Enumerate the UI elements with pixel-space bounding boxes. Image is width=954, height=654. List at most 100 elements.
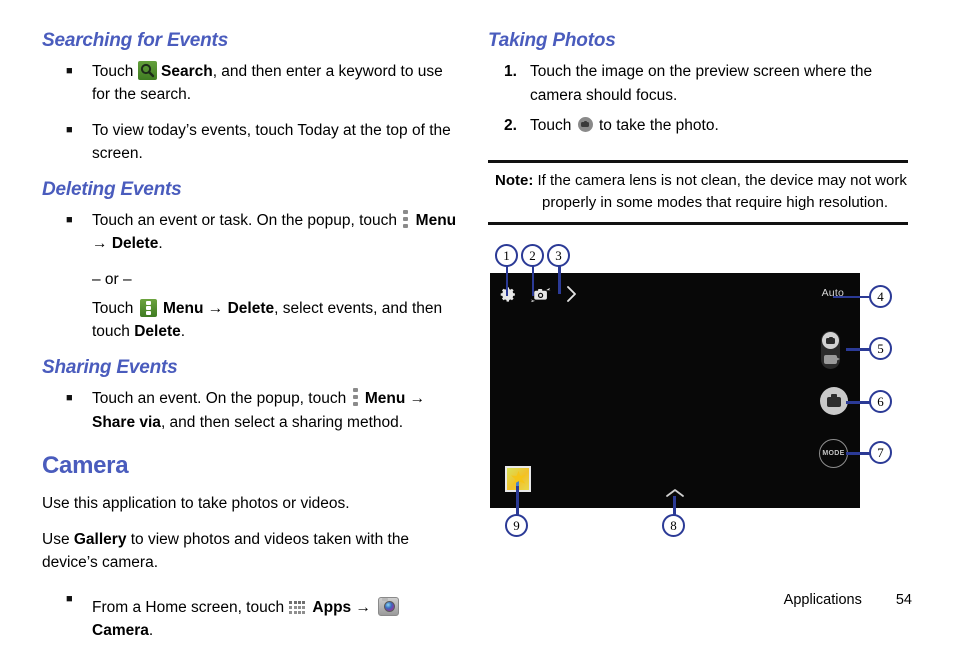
list-item-text: Touch an event. On the popup, touch Menu… [92, 387, 462, 434]
camera-video-toggle[interactable] [821, 331, 840, 369]
bold-delete-label-2: Delete [134, 323, 181, 340]
shutter-button[interactable] [820, 387, 848, 415]
leader-line-2 [531, 266, 535, 296]
list-item: ■ From a Home screen, touch Apps → Camer… [42, 588, 462, 643]
bold-menu-label: Menu [162, 299, 204, 317]
camera-ui-diagram: Auto MODE 1 2 3 4 5 6 7 8 9 [488, 238, 908, 538]
menu-green-icon [139, 298, 157, 317]
leader-line-3 [558, 266, 561, 294]
list-item-text: To view today’s events, touch Today at t… [92, 121, 451, 162]
heading-sharing-events: Sharing Events [42, 357, 178, 379]
callout-5: 5 [869, 337, 892, 360]
text-fragment: Touch [530, 117, 576, 135]
camera-preview-screen: Auto MODE [490, 273, 860, 508]
leader-line-1 [505, 266, 509, 296]
callout-9: 9 [505, 514, 528, 537]
step-text: Touch the image on the preview screen wh… [530, 63, 873, 105]
callout-8: 8 [662, 514, 685, 537]
search-icon [137, 61, 157, 80]
text-fragment: . [180, 323, 186, 340]
callout-7: 7 [869, 441, 892, 464]
arrow-glyph: → [355, 598, 371, 616]
list-item-text: Touch Menu → Delete, select events, and … [92, 297, 462, 344]
leader-line-4 [833, 295, 873, 299]
bullet-marker: ■ [66, 214, 73, 226]
bold-apps-label: Apps [312, 598, 352, 616]
bullet-marker: ■ [66, 123, 73, 136]
camera-gallery-paragraph: Use Gallery to view photos and videos ta… [42, 528, 462, 575]
arrow-glyph: → [409, 390, 426, 408]
camera-top-toolbar [500, 285, 578, 303]
note-callout-box: Note: If the camera lens is not clean, t… [488, 160, 908, 225]
bullet-marker: ■ [66, 592, 73, 605]
text-fragment: . [148, 621, 154, 639]
heading-deleting-events: Deleting Events [42, 179, 182, 200]
menu-overflow-icon [403, 210, 409, 228]
bold-menu-label: Menu [364, 390, 406, 408]
bold-delete-label: Delete [227, 299, 275, 317]
bullet-marker: ■ [66, 392, 73, 405]
mode-button[interactable]: MODE [819, 439, 848, 468]
bold-search-label: Search [160, 63, 213, 80]
heading-taking-photos: Taking Photos [488, 30, 616, 51]
text-fragment: Touch [92, 63, 138, 80]
list-item: ■ Touch Search, and then enter a keyword… [42, 60, 462, 107]
settings-gear-icon[interactable] [500, 286, 517, 303]
bold-gallery-label: Gallery [73, 531, 127, 548]
bold-share-via-label: Share via [92, 413, 161, 431]
callout-3: 3 [547, 244, 570, 267]
numbered-step: 2. Touch to take the photo. [488, 114, 908, 138]
video-mode-icon [824, 355, 840, 364]
text-fragment: Touch an event or task. On the popup, to… [92, 212, 402, 229]
expand-chevron-right-icon[interactable] [565, 285, 578, 303]
arrow-glyph: → [92, 235, 108, 253]
callout-4: 4 [869, 285, 892, 308]
list-item-text: Touch an event or task. On the popup, to… [92, 209, 462, 256]
list-item: ■ To view today’s events, touch Today at… [42, 119, 462, 166]
text-fragment: If the camera lens is not clean, the dev… [533, 172, 907, 190]
text-fragment: to take the photo. [594, 117, 719, 135]
page-footer: Applications 54 [784, 592, 912, 608]
step-number: 2. [504, 117, 517, 135]
footer-section-label: Applications [783, 592, 862, 608]
note-label: Note: [495, 172, 534, 190]
text-fragment: Touch [92, 299, 138, 317]
step-number: 1. [504, 63, 517, 80]
list-item: ■ Touch an event. On the popup, touch Me… [42, 387, 462, 434]
text-fragment: , and then select a sharing method. [160, 413, 404, 431]
apps-grid-icon [289, 588, 309, 614]
arrow-glyph: → [207, 299, 224, 317]
menu-overflow-icon [352, 388, 359, 407]
camera-app-icon [378, 596, 400, 616]
numbered-step: 1. Touch the image on the preview screen… [488, 60, 908, 108]
text-fragment: From a Home screen, touch [92, 598, 289, 616]
note-text-line2: properly in some modes that require high… [542, 193, 889, 211]
step-text: Touch to take the photo. [530, 114, 908, 138]
text-fragment: . [158, 235, 163, 253]
note-text: Note: If the camera lens is not clean, t… [488, 170, 908, 214]
bold-camera-label: Camera [92, 621, 149, 639]
footer-page-number: 54 [895, 592, 912, 608]
right-column: Taking Photos 1. Touch the image on the … [488, 30, 908, 225]
heading-camera: Camera [42, 451, 129, 479]
callout-2: 2 [521, 244, 544, 267]
list-item-text: Touch Search, and then enter a keyword t… [92, 60, 462, 107]
photo-mode-icon [822, 332, 839, 349]
manual-page: Searching for Events ■ Touch Search, and… [0, 0, 954, 639]
or-separator-text: – or – [92, 270, 132, 288]
list-item: ■ Touch an event or task. On the popup, … [42, 209, 462, 256]
left-column: Searching for Events ■ Touch Search, and… [42, 30, 462, 654]
text-fragment: Touch an event. On the popup, touch [92, 390, 351, 408]
heading-searching-for-events: Searching for Events [42, 30, 229, 51]
bold-delete-label: Delete [111, 235, 159, 253]
bold-menu-label: Menu [415, 212, 457, 229]
text-fragment: Use [42, 531, 74, 548]
list-item-continuation: Touch Menu → Delete, select events, and … [42, 297, 462, 344]
list-item-continuation: – or – [42, 268, 462, 291]
shutter-button-icon [577, 117, 593, 133]
callout-1: 1 [495, 244, 518, 267]
callout-6: 6 [869, 390, 892, 413]
bullet-marker: ■ [66, 65, 73, 77]
